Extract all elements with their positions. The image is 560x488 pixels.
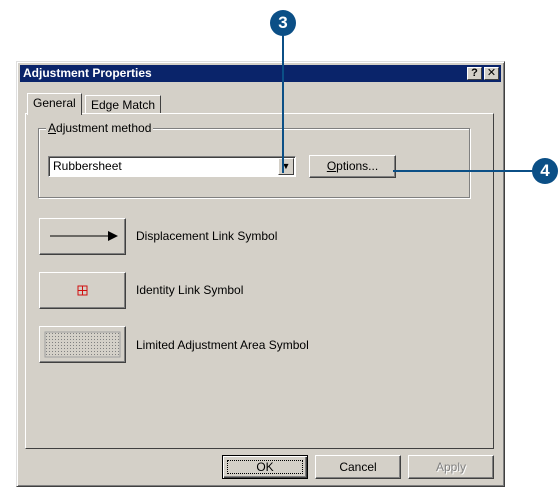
identity-link-symbol-label: Identity Link Symbol [136,283,244,297]
adjustment-method-dropdown[interactable]: Rubbersheet ▼ [48,156,296,177]
identity-cross-square-icon [77,285,88,296]
close-icon: ✕ [486,67,497,79]
adjustment-method-legend: Adjustment method [46,121,154,135]
adjustment-method-legend-text: djustment method [56,121,152,135]
step-3-number: 3 [278,13,288,32]
ok-button[interactable]: OK [222,455,308,479]
step-4-leader-line [393,170,533,172]
adjustment-method-value: Rubbersheet [53,159,122,173]
tab-edge-match[interactable]: Edge Match [85,95,162,115]
dropdown-arrow-button[interactable]: ▼ [278,158,294,175]
displacement-link-symbol-label: Displacement Link Symbol [136,229,278,243]
displacement-link-symbol-button[interactable] [39,218,126,255]
limited-adjustment-area-symbol-label: Limited Adjustment Area Symbol [136,338,309,352]
close-button[interactable]: ✕ [484,67,499,80]
help-icon: ? [471,67,478,79]
title-bar: Adjustment Properties ? ✕ [20,65,501,82]
identity-link-symbol-button[interactable] [39,272,126,309]
options-button[interactable]: Options... [309,155,396,178]
adjustment-method-mnemonic: A [48,121,57,135]
tab-general-label: General [33,96,76,110]
cancel-button[interactable]: Cancel [315,455,401,479]
ok-focus-rect [227,460,303,474]
step-4-number: 4 [540,161,550,180]
adjustment-method-group: Adjustment method Rubbersheet ▼ Options.… [38,121,470,198]
dotted-area-pattern-icon [44,331,121,358]
tab-general[interactable]: General [27,93,82,115]
arrow-right-icon [50,231,118,241]
general-tab-panel: Adjustment method Rubbersheet ▼ Options.… [25,113,494,449]
tab-edge-match-label: Edge Match [91,98,156,112]
dialog-title: Adjustment Properties [23,66,152,80]
help-button[interactable]: ? [467,67,482,80]
options-mnemonic: O [326,159,337,173]
options-button-label: ptions... [336,159,379,173]
step-4-callout: 4 [532,158,558,184]
step-3-callout: 3 [270,10,296,36]
apply-button-label: Apply [435,460,467,474]
adjustment-properties-dialog: Adjustment Properties ? ✕ General Edge M… [16,61,505,487]
limited-adjustment-area-symbol-button[interactable] [39,326,126,363]
cancel-button-label: Cancel [339,460,377,474]
apply-button[interactable]: Apply [408,455,494,479]
step-3-leader-line [282,35,284,173]
